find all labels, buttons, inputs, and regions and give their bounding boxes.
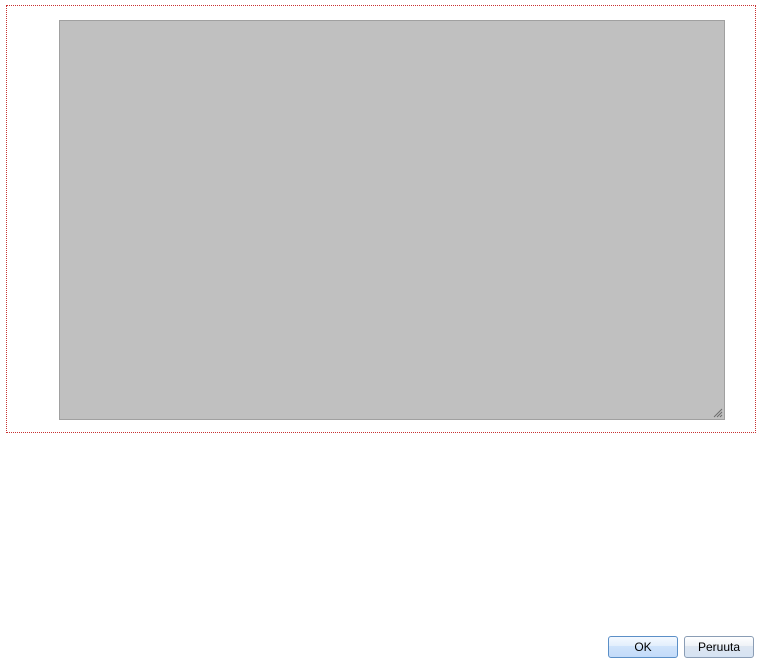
form-panel	[6, 5, 756, 433]
textarea-container	[59, 20, 725, 420]
main-textarea[interactable]	[59, 20, 725, 420]
cancel-button[interactable]: Peruuta	[684, 636, 754, 658]
ok-button[interactable]: OK	[608, 636, 678, 658]
dialog-button-bar: OK Peruuta	[608, 636, 754, 658]
